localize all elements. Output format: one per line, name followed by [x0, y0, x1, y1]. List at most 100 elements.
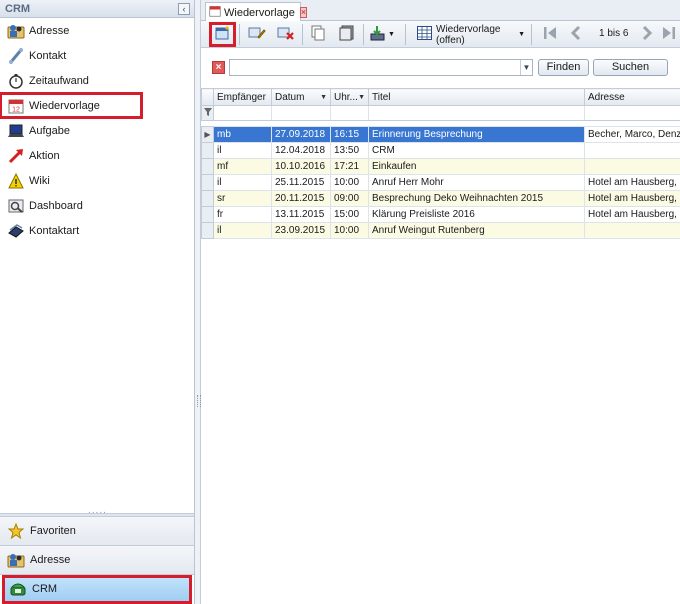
cell-titel: CRM	[368, 142, 585, 159]
cell-adresse: Hotel am Hausberg, O	[584, 174, 680, 191]
cell-uhrzeit: 16:15	[330, 126, 369, 143]
first-page-button[interactable]	[537, 23, 562, 46]
table-row[interactable]: sr 20.11.2015 09:00 Besprechung Deko Wei…	[201, 190, 680, 207]
table-row[interactable]: fr 13.11.2015 15:00 Klärung Preisliste 2…	[201, 206, 680, 223]
group-crm[interactable]: CRM	[2, 575, 192, 604]
column-header-uhrzeit[interactable]: Uhr... ▼	[330, 88, 369, 106]
sidebar-nav: Adresse Kontakt Zeitaufwand 12 Wiedervor…	[0, 18, 194, 243]
sidebar-item-wiedervorlage[interactable]: 12 Wiedervorlage	[0, 92, 143, 119]
cell-titel: Erinnerung Besprechung	[368, 126, 585, 143]
copy-button[interactable]	[305, 23, 330, 46]
delete-icon	[277, 25, 295, 44]
sidebar-title: CRM	[5, 2, 31, 15]
sidebar-item-label: Wiedervorlage	[29, 99, 100, 112]
column-label: Uhr...	[334, 91, 358, 103]
filter-cell[interactable]	[271, 105, 331, 121]
toolbar-separator	[363, 24, 364, 45]
sidebar-item-kontakt[interactable]: Kontakt	[0, 43, 194, 68]
cell-datum: 13.11.2015	[271, 206, 331, 223]
find-button[interactable]: Finden	[538, 59, 589, 76]
warning-icon	[7, 172, 25, 190]
cell-titel: Anruf Weingut Rutenberg	[368, 222, 585, 239]
group-label: Adresse	[30, 554, 71, 566]
calendar-icon	[209, 5, 221, 20]
laptop-icon	[7, 122, 25, 140]
main-area: Wiedervorlage × ▼ Wiedervorlage (offen) …	[201, 0, 680, 604]
grid-view-icon	[417, 26, 432, 43]
chevron-left-icon[interactable]: ‹	[178, 2, 190, 15]
sidebar-item-zeitaufwand[interactable]: Zeitaufwand	[0, 68, 194, 93]
cell-datum: 12.04.2018	[271, 142, 331, 159]
column-label: Datum	[275, 91, 305, 103]
sidebar-groups: Favoriten Adresse CRM	[0, 517, 194, 604]
tab-label: Wiedervorlage	[224, 6, 295, 19]
cell-uhrzeit: 17:21	[330, 158, 369, 175]
row-indicator	[201, 174, 214, 191]
cell-empfaenger: mf	[213, 158, 272, 175]
cell-uhrzeit: 10:00	[330, 222, 369, 239]
tab-wiedervorlage[interactable]: Wiedervorlage ×	[205, 2, 308, 22]
archive-icon	[339, 25, 355, 44]
last-page-button[interactable]	[659, 23, 679, 46]
sidebar-item-label: Dashboard	[29, 199, 83, 212]
sidebar-item-aufgabe[interactable]: Aufgabe	[0, 118, 194, 143]
table-row[interactable]: il 25.11.2015 10:00 Anruf Herr Mohr Hote…	[201, 174, 680, 191]
toolbar-separator	[302, 24, 303, 45]
sidebar-item-dashboard[interactable]: Dashboard	[0, 193, 194, 218]
search-input[interactable]	[229, 59, 533, 76]
edit-record-button[interactable]	[244, 23, 269, 46]
column-header-empfaenger[interactable]: Empfänger	[213, 88, 272, 106]
table-row[interactable]: il 12.04.2018 13:50 CRM	[201, 142, 680, 159]
pager-text: 1 bis 6	[599, 28, 629, 39]
chevron-down-icon[interactable]: ▼	[520, 60, 532, 75]
filter-cell[interactable]	[330, 105, 369, 121]
group-favoriten[interactable]: Favoriten	[0, 517, 194, 546]
previous-page-button[interactable]	[563, 23, 588, 46]
clear-filter-icon[interactable]: ×	[212, 61, 225, 74]
table-row[interactable]: ▶ mb 27.09.2018 16:15 Erinnerung Besprec…	[201, 126, 680, 143]
cell-uhrzeit: 09:00	[330, 190, 369, 207]
sidebar-item-adresse[interactable]: Adresse	[0, 18, 194, 43]
column-label: Adresse	[588, 91, 625, 103]
sidebar: CRM ‹ Adresse Kontakt Zeitaufwand 12 Wie…	[0, 0, 195, 604]
cell-datum: 10.10.2016	[271, 158, 331, 175]
svg-text:12: 12	[12, 106, 20, 113]
table-row[interactable]: mf 10.10.2016 17:21 Einkaufen	[201, 158, 680, 175]
close-icon[interactable]: ×	[299, 7, 308, 18]
cell-empfaenger: il	[213, 222, 272, 239]
row-indicator	[201, 206, 214, 223]
column-header-datum[interactable]: Datum ▼	[271, 88, 331, 106]
archive-button[interactable]	[334, 23, 359, 46]
sidebar-item-wiki[interactable]: Wiki	[0, 168, 194, 193]
chevron-down-icon: ▼	[388, 31, 395, 38]
copy-icon	[310, 25, 326, 44]
export-dropdown-button[interactable]: ▼	[366, 23, 398, 46]
cell-adresse: Becher, Marco, Denzlin	[584, 126, 680, 143]
filter-cell[interactable]	[213, 105, 272, 121]
sidebar-item-label: Wiki	[29, 174, 50, 187]
cell-adresse	[584, 142, 680, 159]
chevron-right-icon	[639, 25, 655, 44]
delete-record-button[interactable]	[273, 23, 298, 46]
toolbar: ▼ Wiedervorlage (offen) ▼ 1 bis 6	[201, 21, 680, 48]
group-adresse[interactable]: Adresse	[0, 546, 194, 575]
column-header-adresse[interactable]: Adresse	[584, 88, 680, 106]
current-row-indicator-icon: ▶	[201, 126, 214, 143]
table-row[interactable]: il 23.09.2015 10:00 Anruf Weingut Rutenb…	[201, 222, 680, 239]
next-page-button[interactable]	[634, 23, 659, 46]
filter-cell[interactable]	[584, 105, 680, 121]
filter-cell[interactable]	[368, 105, 585, 121]
filter-funnel-icon[interactable]	[201, 105, 214, 121]
new-record-button[interactable]	[209, 22, 236, 47]
sort-down-icon: ▼	[358, 94, 365, 101]
cell-titel: Anruf Herr Mohr	[368, 174, 585, 191]
toolbar-separator	[531, 24, 532, 45]
sidebar-item-kontaktart[interactable]: Kontaktart	[0, 218, 194, 243]
view-select[interactable]: Wiedervorlage (offen) ▼	[413, 24, 526, 46]
address-card-icon	[7, 551, 25, 569]
cell-adresse: Hotel am Hausberg, O	[584, 206, 680, 223]
search-button[interactable]: Suchen	[593, 59, 668, 76]
cell-datum: 27.09.2018	[271, 126, 331, 143]
sidebar-item-aktion[interactable]: Aktion	[0, 143, 194, 168]
column-header-titel[interactable]: Titel	[368, 88, 585, 106]
